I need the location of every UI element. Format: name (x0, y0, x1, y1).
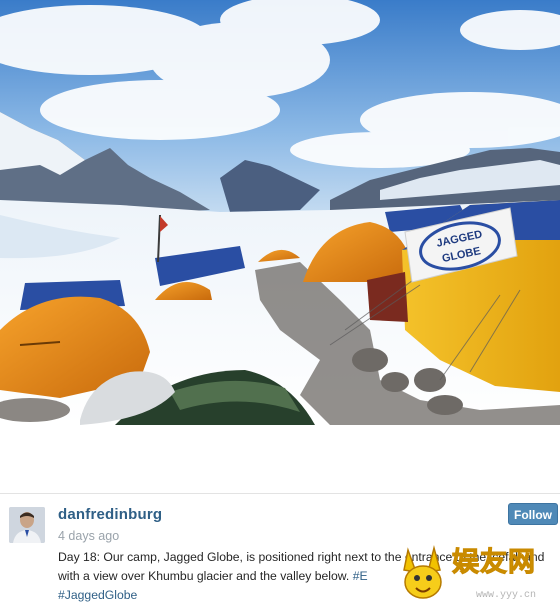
watermark-text: 娱友网 (452, 547, 536, 579)
site-watermark: 娱友网 www.yyy.cn (392, 540, 560, 613)
post-photo[interactable]: JAGGED GLOBE (0, 0, 560, 425)
avatar[interactable] (9, 507, 45, 543)
hashtag-link[interactable]: #E (353, 569, 368, 583)
watermark-url: www.yyy.cn (476, 590, 537, 601)
user-avatar-icon (9, 507, 45, 543)
follow-button[interactable]: Follow (508, 503, 558, 525)
spacer (0, 425, 560, 493)
username-link[interactable]: danfredinburg (58, 506, 162, 523)
hashtag-link[interactable]: #JaggedGlobe (58, 588, 137, 602)
mascot-logo-icon (403, 545, 442, 599)
everest-camp-image: JAGGED GLOBE (0, 0, 560, 425)
post-timestamp: 4 days ago (58, 529, 120, 543)
